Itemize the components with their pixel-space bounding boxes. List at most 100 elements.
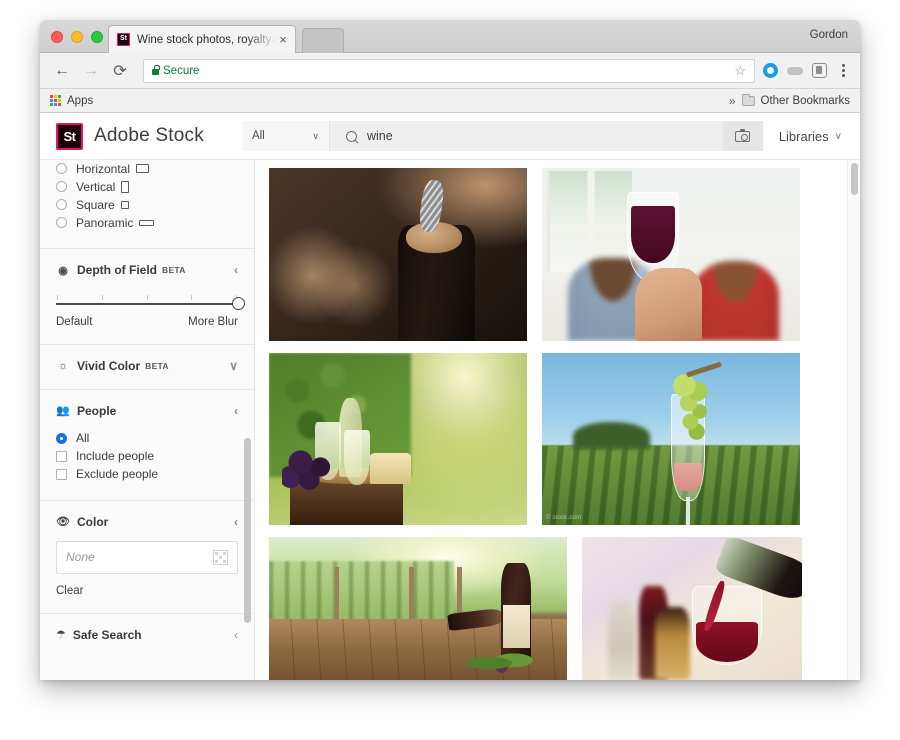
visual-search-button[interactable]	[722, 121, 763, 151]
adobe-stock-logo-icon: St	[56, 122, 83, 150]
secure-badge: Secure	[152, 65, 199, 77]
tab-strip: St Wine stock photos, royalty-free × Gor…	[40, 20, 860, 53]
secure-label: Secure	[163, 64, 200, 77]
slider-track[interactable]	[56, 297, 245, 310]
vivid-color-header[interactable]: ☼ Vivid Color BETA ∨	[56, 359, 238, 373]
results-row	[269, 537, 838, 680]
reload-button[interactable]: ⟳	[108, 59, 132, 83]
filters-sidebar: Horizontal Vertical Square Panoramic ◉ D…	[40, 160, 255, 680]
collapse-chevron-icon[interactable]: ‹	[234, 264, 238, 276]
extension-pill-icon[interactable]	[787, 66, 803, 75]
orientation-option-horizontal[interactable]: Horizontal	[56, 160, 238, 177]
people-option-all[interactable]: All	[56, 430, 238, 447]
apps-grid-icon	[50, 95, 61, 106]
shield-icon: ☂	[56, 629, 66, 641]
forward-button[interactable]: →	[79, 59, 103, 83]
lock-icon	[152, 65, 160, 75]
photo-watermark: © stock.com	[546, 515, 582, 521]
depth-of-field-slider[interactable]: Default More Blur	[56, 289, 245, 328]
libraries-label: Libraries	[778, 128, 829, 144]
eye-icon: 👁	[56, 516, 70, 528]
chevron-down-icon: ∨	[312, 130, 319, 141]
brand-lockup[interactable]: St Adobe Stock	[56, 122, 204, 150]
sidebar-scrollbar-thumb[interactable]	[244, 438, 251, 623]
minimize-window-button[interactable]	[71, 31, 83, 43]
safe-search-section[interactable]: ☂ Safe Search ‹	[40, 614, 254, 662]
checkbox-icon[interactable]	[56, 450, 67, 462]
search-bar: All ∨ wine	[241, 121, 763, 151]
depth-of-field-header[interactable]: ◉ Depth of Field BETA ‹	[56, 263, 238, 277]
search-icon	[343, 128, 360, 144]
people-icon: 👥	[56, 405, 70, 417]
apps-bookmark-label[interactable]: Apps	[67, 95, 93, 107]
search-input[interactable]: wine	[330, 128, 723, 144]
back-button[interactable]: ←	[50, 59, 74, 83]
photo-corkscrew-bottle	[269, 168, 527, 341]
bookmarks-bar: Apps » Other Bookmarks	[40, 89, 860, 113]
section-title: Depth of Field	[77, 263, 157, 277]
result-thumbnail[interactable]	[542, 168, 800, 341]
result-thumbnail[interactable]	[269, 353, 527, 525]
color-picker-input[interactable]: None	[56, 540, 238, 574]
category-value: All	[251, 130, 265, 142]
slider-ticks	[56, 295, 238, 302]
collapse-chevron-icon[interactable]: ‹	[234, 516, 238, 528]
page-scrollbar[interactable]	[847, 160, 860, 680]
close-tab-button[interactable]: ×	[277, 33, 289, 46]
color-header[interactable]: 👁 Color ‹	[56, 515, 238, 529]
orientation-option-vertical[interactable]: Vertical	[56, 178, 238, 195]
orientation-option-square[interactable]: Square	[56, 196, 238, 213]
sidebar-scrollbar[interactable]	[244, 160, 251, 680]
address-bar[interactable]: Secure ☆	[143, 58, 755, 83]
option-label: Vertical	[76, 179, 116, 194]
profile-name[interactable]: Gordon	[810, 29, 848, 41]
result-thumbnail[interactable]	[582, 537, 802, 680]
radio-icon[interactable]	[56, 217, 67, 228]
color-value: None	[66, 550, 95, 564]
page-scrollbar-thumb[interactable]	[851, 163, 858, 195]
extension-blue-circle-icon[interactable]	[763, 63, 778, 78]
window-controls	[51, 31, 103, 43]
slider-labels: Default More Blur	[56, 316, 238, 328]
beta-badge: BETA	[162, 265, 186, 275]
checkbox-icon[interactable]	[56, 468, 67, 480]
extension-square-icon[interactable]	[812, 63, 827, 78]
category-dropdown[interactable]: All ∨	[241, 121, 330, 151]
new-tab-button[interactable]	[302, 28, 344, 53]
people-section: 👥 People ‹ All Include people Exclude pe…	[40, 390, 254, 501]
chevron-down-icon: ∨	[834, 130, 842, 142]
browser-toolbar: ← → ⟳ Secure ☆	[40, 53, 860, 89]
close-window-button[interactable]	[51, 31, 63, 43]
color-section: 👁 Color ‹ None Clear	[40, 501, 254, 614]
radio-icon[interactable]	[56, 163, 67, 174]
people-option-include[interactable]: Include people	[56, 448, 238, 465]
browser-window: St Wine stock photos, royalty-free × Gor…	[40, 20, 860, 680]
option-label: Panoramic	[76, 215, 134, 230]
result-thumbnail[interactable]	[269, 168, 527, 341]
option-label: Include people	[76, 449, 155, 463]
radio-icon[interactable]	[56, 199, 67, 210]
depth-of-field-section: ◉ Depth of Field BETA ‹ Default More Blu…	[40, 249, 254, 345]
maximize-window-button[interactable]	[91, 31, 103, 43]
radio-icon-selected[interactable]	[56, 432, 67, 444]
orientation-filter-section: Horizontal Vertical Square Panoramic	[40, 160, 254, 249]
people-option-exclude[interactable]: Exclude people	[56, 466, 238, 483]
result-thumbnail[interactable]	[269, 537, 567, 680]
bookmarks-overflow-icon[interactable]: »	[729, 94, 736, 108]
expand-chevron-icon[interactable]: ∨	[229, 360, 238, 372]
result-thumbnail[interactable]: © stock.com	[542, 353, 800, 525]
radio-icon[interactable]	[56, 181, 67, 192]
collapse-chevron-icon[interactable]: ‹	[234, 629, 238, 641]
browser-menu-icon[interactable]	[836, 64, 850, 77]
browser-tab[interactable]: St Wine stock photos, royalty-free ×	[108, 25, 296, 53]
color-swatch-icon[interactable]	[213, 549, 228, 565]
libraries-menu[interactable]: Libraries ∨	[779, 129, 842, 144]
desktop-backdrop: St Wine stock photos, royalty-free × Gor…	[0, 0, 900, 740]
people-header[interactable]: 👥 People ‹	[56, 404, 238, 418]
slider-min-label: Default	[56, 315, 93, 328]
other-bookmarks-label[interactable]: Other Bookmarks	[761, 95, 850, 107]
collapse-chevron-icon[interactable]: ‹	[234, 405, 238, 417]
orientation-option-panoramic[interactable]: Panoramic	[56, 214, 238, 231]
bookmark-star-icon[interactable]: ☆	[734, 63, 746, 79]
clear-color-link[interactable]: Clear	[56, 585, 238, 597]
